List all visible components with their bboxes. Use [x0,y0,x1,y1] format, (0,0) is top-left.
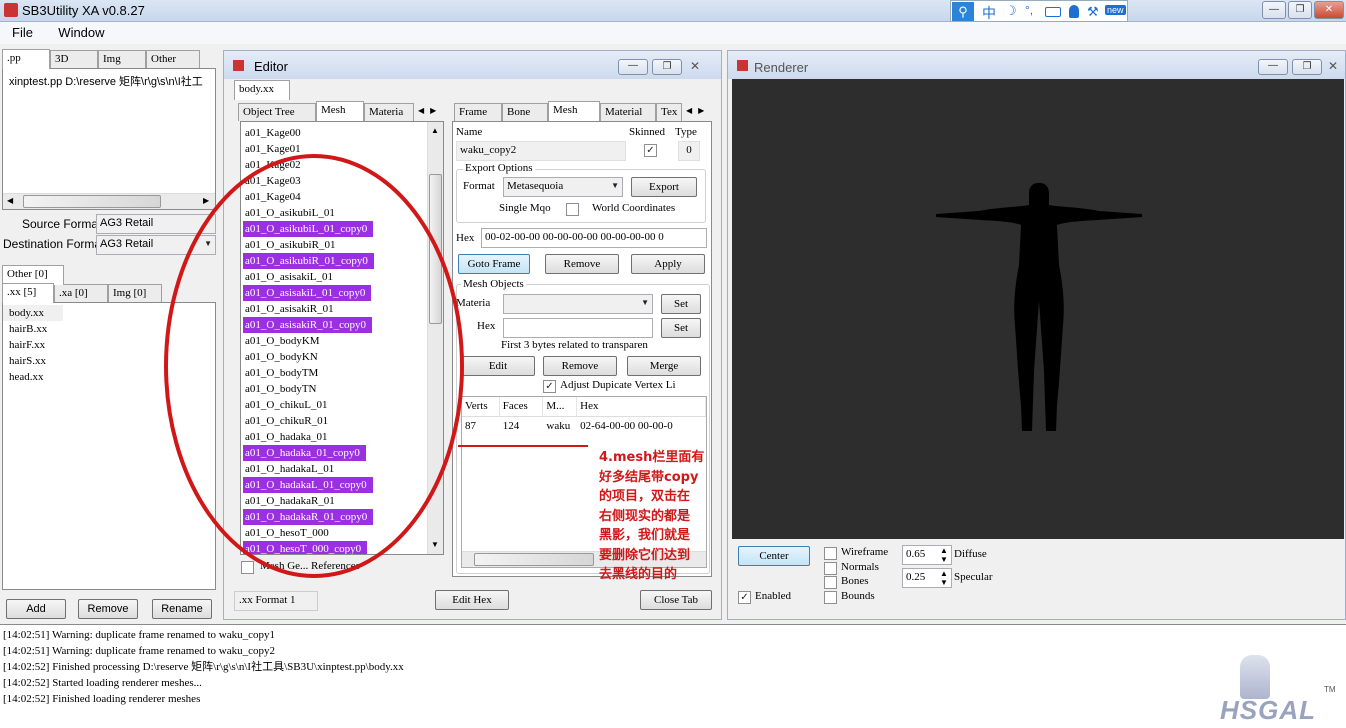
renderer-icon [737,60,748,71]
tab-mesh-left[interactable]: Mesh [316,101,364,121]
character-silhouette [936,183,1142,431]
bones-label: Bones [841,575,869,587]
renderer-maximize-button[interactable]: ❐ [1292,59,1322,75]
annotation-ellipse [164,154,464,578]
annotation-line-6: 去黑线的目的 [599,567,678,582]
log-line: [14:02:51] Warning: duplicate frame rena… [3,629,275,641]
render-viewport[interactable] [732,79,1344,539]
log-line: [14:02:52] Finished loading renderer mes… [3,693,201,705]
diffuse-spin-icon[interactable]: ▲ ▼ [940,546,948,564]
watermark-tm: TM [1324,685,1336,694]
annotation-line-3: 右侧现实的都是 [599,508,691,524]
watermark-text: HSGAL [1220,695,1316,725]
renderer-minimize-button[interactable]: — [1258,59,1288,75]
wireframe-checkbox[interactable] [824,547,837,560]
bounds-checkbox[interactable] [824,591,837,604]
diffuse-label: Diffuse [954,548,987,560]
annotation-line-4: 黑影，我们就是 [599,528,691,543]
renderer-title: Renderer [754,60,809,75]
normals-checkbox[interactable] [824,562,837,575]
bounds-label: Bounds [841,590,875,602]
specular-spin-icon[interactable]: ▲ ▼ [940,569,948,587]
log-line: [14:02:52] Finished processing D:\reserv… [3,661,404,673]
normals-label: Normals [841,561,879,573]
enabled-checkbox[interactable]: ✓ [738,591,751,604]
annotation-line-2: 的项目，双击在 [599,489,691,504]
log-line: [14:02:51] Warning: duplicate frame rena… [3,645,275,657]
tab-pp[interactable]: .pp [2,49,50,69]
enabled-label: Enabled [755,590,792,602]
tab-mesh-right[interactable]: Mesh [548,101,600,121]
annotation-line-0: 4.mesh栏里面有 [599,450,705,465]
wireframe-label: Wireframe [841,546,889,558]
center-button[interactable]: Center [738,546,810,566]
annotation-line-1: 好多结尾带copy [599,469,699,485]
watermark-logo: HSGAL TM [1212,655,1342,725]
watermark-figure [1240,655,1270,699]
specular-label: Specular [954,571,993,583]
renderer-window: Renderer — ❐ ✕ Center ✓ Enabled Wirefram… [727,50,1346,620]
annotation-text: 4.mesh栏里面有 好多结尾带copy 的项目，双击在 右侧现实的都是 黑影，… [599,448,723,585]
annotation-line-5: 要删除它们达到 [599,547,691,563]
tab-body-xx[interactable]: body.xx [234,80,290,100]
renderer-titlebar: Renderer — ❐ ✕ [728,51,1345,79]
tab-xx[interactable]: .xx [5] [2,283,54,303]
renderer-close-icon[interactable]: ✕ [1328,59,1338,73]
log-line: [14:02:52] Started loading renderer mesh… [3,677,202,689]
bones-checkbox[interactable] [824,576,837,589]
tab-other-count[interactable]: Other [0] [2,265,64,285]
log-panel[interactable]: [14:02:51] Warning: duplicate frame rena… [0,624,1346,728]
